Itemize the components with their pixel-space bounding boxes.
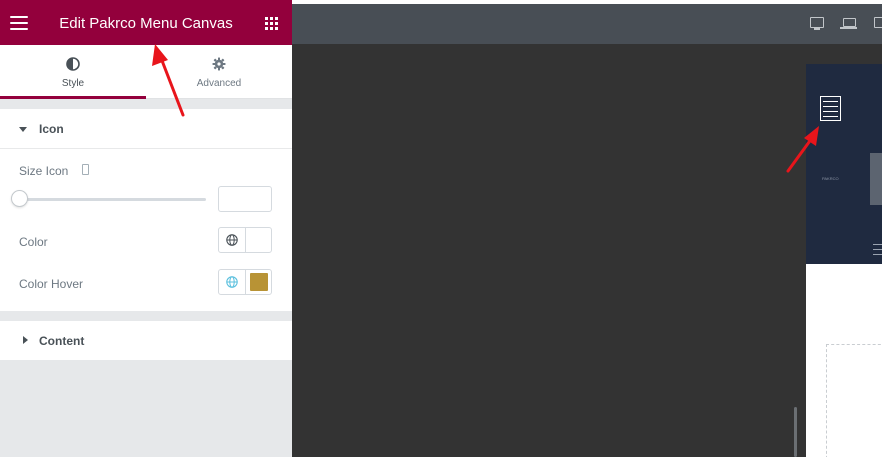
section-icon: Icon Size Icon Color Color Hover — [0, 109, 292, 311]
color-hover-picker[interactable] — [218, 269, 272, 295]
caret-down-icon — [19, 127, 27, 132]
caret-right-icon — [23, 336, 28, 344]
mini-menu-icon — [873, 244, 882, 259]
size-icon-slider-handle[interactable] — [11, 190, 28, 207]
mobile-icon[interactable] — [82, 164, 89, 175]
empty-drop-area[interactable] — [826, 344, 882, 457]
tab-advanced[interactable]: Advanced — [146, 45, 292, 99]
tab-style-label: Style — [61, 78, 85, 89]
menu-canvas-icon[interactable] — [820, 96, 841, 121]
color-hover-swatch[interactable] — [250, 273, 268, 291]
preview-canvas: PAKRCO — [292, 44, 882, 457]
section-content-title: Content — [39, 334, 85, 348]
section-content-header[interactable]: Content — [0, 321, 292, 360]
color-hover-picker-divider — [245, 270, 246, 294]
responsive-bar — [292, 4, 882, 44]
color-label: Color — [19, 235, 48, 249]
desktop-icon[interactable] — [810, 17, 824, 30]
preview-page[interactable]: PAKRCO — [806, 64, 882, 457]
section-icon-header[interactable]: Icon — [0, 109, 292, 149]
panel-header: Edit Pakrco Menu Canvas — [0, 0, 292, 45]
preview-header: PAKRCO — [806, 64, 882, 264]
gear-icon — [212, 57, 226, 71]
contrast-icon — [66, 57, 80, 71]
editor-panel: Edit Pakrco Menu Canvas Style Advanced I… — [0, 0, 292, 457]
tablet-icon[interactable] — [874, 17, 882, 28]
tab-advanced-label: Advanced — [196, 78, 242, 89]
color-picker-divider — [245, 228, 246, 252]
globe-icon[interactable] — [226, 234, 238, 246]
panel-tabs: Style Advanced — [0, 45, 292, 99]
size-icon-slider-track[interactable] — [19, 198, 206, 201]
grid-icon[interactable] — [265, 17, 278, 30]
color-swatch[interactable] — [250, 231, 268, 249]
section-content: Content — [0, 321, 292, 360]
laptop-icon[interactable] — [840, 18, 857, 29]
preview-image-block — [870, 153, 882, 205]
color-picker[interactable] — [218, 227, 272, 253]
size-icon-label: Size Icon — [19, 164, 69, 178]
globe-icon[interactable] — [226, 276, 238, 288]
canvas-scrollbar[interactable] — [794, 407, 797, 457]
size-icon-input[interactable] — [218, 186, 272, 212]
tab-style[interactable]: Style — [0, 45, 146, 99]
panel-title: Edit Pakrco Menu Canvas — [59, 15, 233, 32]
color-hover-label: Color Hover — [19, 277, 84, 291]
section-icon-title: Icon — [39, 122, 64, 136]
site-logo: PAKRCO — [822, 176, 839, 181]
